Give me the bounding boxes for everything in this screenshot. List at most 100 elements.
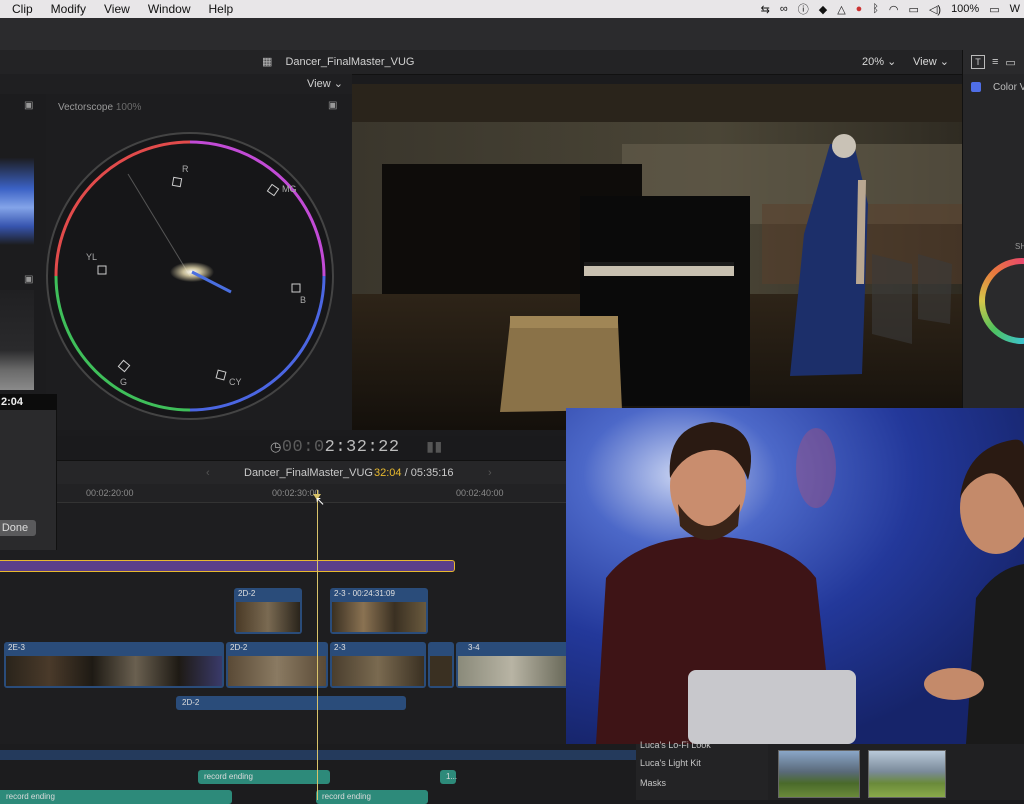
info-icon[interactable]: ⓘ bbox=[798, 1, 809, 17]
audio-clip[interactable]: record ending bbox=[198, 770, 330, 784]
viewer-view-menu[interactable]: View ⌄ bbox=[913, 50, 949, 74]
lower-lane-bar[interactable] bbox=[0, 750, 636, 760]
clip-thumbnail bbox=[458, 656, 566, 686]
menu-clip[interactable]: Clip bbox=[0, 0, 42, 18]
document-title-text: Dancer_FinalMaster_VUG bbox=[285, 56, 415, 68]
effect-item[interactable]: Luca's Light Kit bbox=[640, 758, 701, 768]
clip-label: 2D-2 bbox=[238, 589, 256, 598]
timeline-forward-icon[interactable]: › bbox=[488, 461, 492, 485]
vectorscope-panel: Vectorscope 100% ▣ R MG B CY G YL bbox=[46, 94, 352, 430]
clip-label: 1... bbox=[446, 772, 458, 781]
target-yl-label: YL bbox=[86, 252, 97, 262]
webcam-frame bbox=[566, 408, 1024, 744]
color-effect-row[interactable]: Color V bbox=[971, 82, 1024, 93]
timecode-dim-part: 00:0 bbox=[281, 438, 325, 457]
bluetooth-icon[interactable]: ᛒ bbox=[872, 3, 879, 15]
video-inspector-icon[interactable]: ▭ bbox=[1005, 56, 1015, 69]
connected-clip[interactable]: 2D-2 bbox=[234, 588, 302, 634]
target-g-label: G bbox=[120, 377, 127, 387]
dropbox-icon[interactable]: ◆ bbox=[819, 3, 827, 16]
clip-thumbnail bbox=[236, 602, 300, 632]
mission-control-icon[interactable]: ⇆ bbox=[761, 3, 770, 16]
timeline-header: ‹ Dancer_FinalMaster_VUG 32:04 / 05:35:1… bbox=[56, 460, 566, 485]
scope-settings-icon[interactable]: ▣ bbox=[24, 100, 33, 111]
battery-icon[interactable]: ▭ bbox=[989, 3, 999, 16]
ruler-tick-label: 00:02:40:00 bbox=[456, 488, 504, 498]
ruler-tick-label: 00:02:20:00 bbox=[86, 488, 134, 498]
timeline-position: 32:04 / 05:35:16 bbox=[374, 461, 454, 485]
main-clip[interactable]: 3-4 bbox=[456, 642, 566, 688]
done-button[interactable]: Done bbox=[0, 520, 36, 536]
scopes-view-menu[interactable]: View ⌄ bbox=[307, 74, 343, 94]
color-checkbox[interactable] bbox=[971, 82, 981, 93]
inspector-panel: T ≡ ▭ Color V SH bbox=[962, 50, 1024, 410]
timecode-display[interactable]: ◷00:02:32:22 ▮▮ bbox=[270, 436, 443, 460]
record-icon[interactable]: ● bbox=[856, 3, 863, 15]
clip-label: 2D-2 bbox=[230, 643, 248, 652]
timeline-panel[interactable]: 00:02:20:00 00:02:30:00 00:02:40:00 2D-2… bbox=[0, 484, 566, 744]
clip-thumbnail bbox=[6, 656, 222, 686]
airplay-icon[interactable]: ▭ bbox=[909, 3, 919, 16]
scope-settings-icon-2[interactable]: ▣ bbox=[24, 274, 33, 285]
menu-window[interactable]: Window bbox=[139, 0, 200, 18]
target-mg-label: MG bbox=[282, 184, 297, 194]
storyline-bar[interactable] bbox=[0, 560, 455, 572]
lower-connected-clip[interactable]: 2D-2 bbox=[176, 696, 406, 710]
viewer-frame bbox=[352, 84, 962, 430]
mouse-cursor-icon: ↖ bbox=[315, 494, 326, 508]
popup-panel: 2:04 Done bbox=[0, 394, 57, 550]
target-b-label: B bbox=[300, 295, 306, 305]
vectorscope-graph: R MG B CY G YL bbox=[46, 132, 334, 420]
audio-clip[interactable]: record ending bbox=[0, 790, 232, 804]
connected-clip-selected[interactable]: 2-3 - 00:24:31:09 bbox=[330, 588, 428, 634]
clip-thumbnail bbox=[228, 656, 326, 686]
wifi-icon[interactable]: ◠ bbox=[889, 3, 899, 16]
effects-browser-list: Luca's Lo-Fi Look Luca's Light Kit Masks bbox=[636, 740, 768, 800]
info-inspector-icon[interactable]: ≡ bbox=[992, 56, 998, 68]
text-inspector-icon[interactable]: T bbox=[971, 55, 985, 69]
audio-meter-icon[interactable]: ▮▮ bbox=[426, 440, 442, 456]
menubar-extra[interactable]: W bbox=[1010, 3, 1020, 15]
drive-icon[interactable]: △ bbox=[837, 3, 845, 16]
status-area: ⇆ ∞ ⓘ ◆ △ ● ᛒ ◠ ▭ ◁) 100% ▭ W bbox=[761, 0, 1024, 18]
effect-thumbnail[interactable] bbox=[778, 750, 860, 798]
volume-icon[interactable]: ◁) bbox=[929, 3, 941, 16]
timeline-ruler[interactable]: 00:02:20:00 00:02:30:00 00:02:40:00 bbox=[56, 484, 566, 503]
clip-label: 2E-3 bbox=[8, 643, 25, 652]
timeline-duration: / 05:35:16 bbox=[404, 467, 454, 479]
waveform-trace-2 bbox=[0, 290, 34, 390]
audio-clip[interactable]: record ending bbox=[316, 790, 428, 804]
effect-thumbnail[interactable] bbox=[868, 750, 946, 798]
main-clip[interactable]: 2D-2 bbox=[226, 642, 328, 688]
playhead[interactable] bbox=[317, 490, 318, 800]
viewer-image[interactable] bbox=[352, 84, 962, 430]
menu-modify[interactable]: Modify bbox=[42, 0, 95, 18]
clip-label: record ending bbox=[204, 772, 253, 781]
effect-item[interactable]: Masks bbox=[640, 778, 666, 788]
document-title: ▦ Dancer_FinalMaster_VUG bbox=[262, 50, 414, 74]
scopes-header: View ⌄ bbox=[0, 74, 352, 94]
clip-label: 2-3 bbox=[334, 643, 346, 652]
main-clip[interactable]: 2-3 bbox=[330, 642, 426, 688]
audio-clip-small[interactable]: 1... bbox=[440, 770, 458, 784]
zoom-menu[interactable]: 20% ⌄ bbox=[862, 50, 896, 74]
color-wheel[interactable] bbox=[979, 258, 1024, 344]
inspector-tabs: T ≡ ▭ bbox=[963, 50, 1024, 74]
timeline-position-value: 32:04 bbox=[374, 467, 402, 479]
play-icon[interactable]: ◷ bbox=[270, 440, 282, 455]
target-cy-label: CY bbox=[229, 377, 242, 387]
creative-cloud-icon[interactable]: ∞ bbox=[780, 3, 788, 15]
target-r-label: R bbox=[182, 164, 189, 174]
timeline-back-icon[interactable]: ‹ bbox=[206, 461, 210, 485]
clip-label: 2-3 - 00:24:31:09 bbox=[334, 589, 395, 598]
main-clip-short[interactable] bbox=[428, 642, 454, 688]
menu-view[interactable]: View bbox=[95, 0, 139, 18]
clip-thumbnail bbox=[332, 602, 426, 632]
color-label: Color V bbox=[993, 82, 1024, 93]
effect-item[interactable]: Luca's Lo-Fi Look bbox=[640, 740, 711, 750]
menu-help[interactable]: Help bbox=[200, 0, 243, 18]
main-clip[interactable]: 2E-3 bbox=[4, 642, 224, 688]
clip-label: 2D-2 bbox=[182, 698, 200, 707]
waveform-scope: ▣ ▣ bbox=[0, 94, 47, 394]
menu-bar: Clip Modify View Window Help ⇆ ∞ ⓘ ◆ △ ●… bbox=[0, 0, 1024, 18]
